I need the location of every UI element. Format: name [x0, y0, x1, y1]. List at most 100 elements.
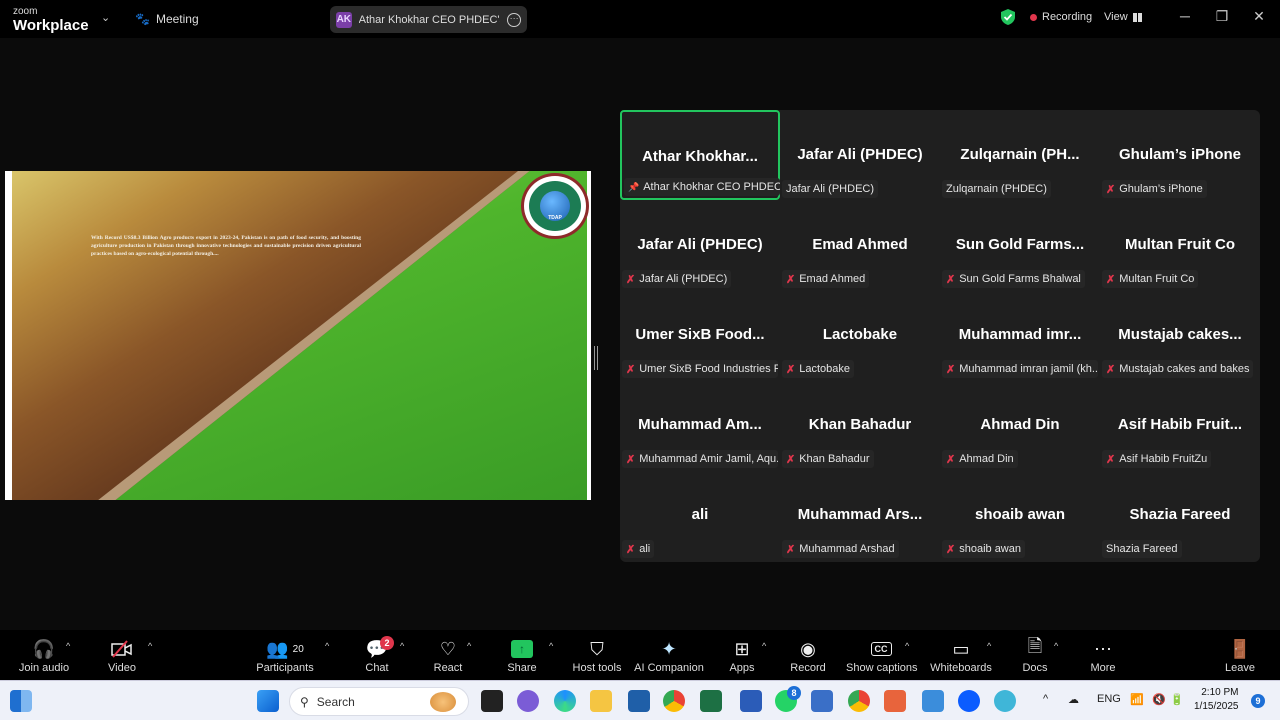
document-icon: 🗎: [1027, 636, 1043, 656]
video-button[interactable]: Video: [100, 630, 144, 680]
participant-tile[interactable]: Umer SixB Food... ✗ Umer SixB Food Industr…: [620, 290, 780, 380]
widgets-icon[interactable]: [10, 690, 32, 712]
file-explorer-icon[interactable]: [590, 690, 612, 712]
volume-muted-icon[interactable]: 🔇: [1152, 693, 1166, 706]
app-icon[interactable]: [994, 690, 1016, 712]
excel-icon[interactable]: [700, 690, 722, 712]
chrome-icon[interactable]: [663, 690, 685, 712]
react-button[interactable]: ♡ React: [428, 630, 468, 680]
ai-companion-button[interactable]: ✦ AI Companion: [634, 630, 704, 680]
participant-tile[interactable]: Multan Fruit Co ✗ Multan Fruit Co: [1100, 200, 1260, 290]
label-text: Jafar Ali (PHDEC): [786, 183, 875, 195]
view-button[interactable]: View: [1104, 11, 1142, 23]
participant-tile[interactable]: Muhammad Ars... ✗ Muhammad Arshad: [780, 470, 940, 560]
docs-label: Docs: [1022, 662, 1048, 674]
edge-icon[interactable]: [554, 690, 576, 712]
word-doc-icon[interactable]: [811, 690, 833, 712]
host-tools-label: Host tools: [572, 662, 622, 674]
video-options-caret[interactable]: ^: [148, 641, 152, 651]
share-button[interactable]: ↑ Share: [502, 630, 542, 680]
battery-icon[interactable]: 🔋: [1170, 693, 1184, 706]
participant-tile[interactable]: Jafar Ali (PHDEC) ✗ Jafar Ali (PHDEC): [620, 200, 780, 290]
react-caret[interactable]: ^: [467, 641, 471, 651]
apps-button[interactable]: ⊞ Apps: [722, 630, 762, 680]
more-options-icon[interactable]: ···: [507, 12, 521, 27]
apps-caret[interactable]: ^: [762, 641, 766, 651]
docs-button[interactable]: 🗎 Docs: [1017, 630, 1053, 680]
chrome-profile-icon[interactable]: [848, 690, 870, 712]
join-audio-button[interactable]: 🎧 Join audio: [14, 630, 74, 680]
participant-tile[interactable]: Sun Gold Farms... ✗ Sun Gold Farms Bhalwal: [940, 200, 1100, 290]
chat-caret[interactable]: ^: [400, 641, 404, 651]
participant-tile[interactable]: ali ✗ ali: [620, 470, 780, 560]
chevron-down-icon[interactable]: ⌄: [101, 11, 110, 24]
participant-tile[interactable]: Asif Habib Fruit... ✗ Asif Habib FruitZu: [1100, 380, 1260, 470]
participant-tile[interactable]: Mustajab cakes... ✗ Mustajab cakes and bak…: [1100, 290, 1260, 380]
participant-name-label: ✗ Ghulam’s iPhone: [1102, 180, 1207, 198]
shield-check-icon[interactable]: [1001, 9, 1015, 25]
participant-display-name: Jafar Ali (PHDEC): [797, 146, 923, 163]
host-tools-button[interactable]: ⛉ Host tools: [570, 630, 624, 680]
restore-icon[interactable]: ❐: [1212, 8, 1232, 28]
close-icon[interactable]: ✕: [1249, 8, 1269, 28]
notification-badge[interactable]: 9: [1251, 694, 1265, 708]
share-caret[interactable]: ^: [549, 641, 553, 651]
audio-options-caret[interactable]: ^: [66, 641, 70, 651]
mic-muted-icon: ✗: [946, 363, 956, 376]
task-view-icon[interactable]: [481, 690, 503, 712]
cloud-off-icon[interactable]: ☁: [1068, 693, 1079, 706]
whiteboards-caret[interactable]: ^: [987, 641, 991, 651]
participant-tile[interactable]: Jafar Ali (PHDEC) Jafar Ali (PHDEC): [780, 110, 940, 200]
participant-tile[interactable]: shoaib awan ✗ shoaib awan: [940, 470, 1100, 560]
recording-indicator[interactable]: Recording: [1030, 11, 1092, 23]
label-text: Sun Gold Farms Bhalwal: [959, 273, 1081, 285]
store-icon[interactable]: [628, 690, 650, 712]
mic-muted-icon: ✗: [626, 273, 636, 286]
participant-tile[interactable]: Emad Ahmed ✗ Emad Ahmed: [780, 200, 940, 290]
wifi-icon[interactable]: 📶: [1130, 693, 1144, 706]
powerpoint-icon[interactable]: [884, 690, 906, 712]
participant-tile[interactable]: Ghulam’s iPhone ✗ Ghulam’s iPhone: [1100, 110, 1260, 200]
participant-tile[interactable]: Lactobake ✗ Lactobake: [780, 290, 940, 380]
label-text: Emad Ahmed: [799, 273, 866, 285]
split-resize-handle[interactable]: [594, 346, 598, 370]
participant-tile[interactable]: Athar Khokhar... 📌 Athar Khokhar CEO PHDEC: [620, 110, 780, 200]
more-button[interactable]: ⋯ More: [1084, 630, 1122, 680]
participant-tile[interactable]: Muhammad imr... ✗ Muhammad imran jamil (kh…: [940, 290, 1100, 380]
show-captions-button[interactable]: CC Show captions: [846, 630, 918, 680]
start-icon[interactable]: [257, 690, 279, 712]
participants-caret[interactable]: ^: [325, 641, 329, 651]
participant-tile[interactable]: Khan Bahadur ✗ Khan Bahadur: [780, 380, 940, 470]
more-label: More: [1090, 662, 1116, 674]
word-icon[interactable]: [740, 690, 762, 712]
recording-label: Recording: [1042, 11, 1093, 23]
whiteboards-button[interactable]: ▭ Whiteboards: [929, 630, 993, 680]
captions-caret[interactable]: ^: [905, 641, 909, 651]
label-text: ali: [639, 543, 651, 555]
meeting-tab[interactable]: 🐾 Meeting: [135, 12, 199, 26]
participant-name-label: ✗ Sun Gold Farms Bhalwal: [942, 270, 1085, 288]
label-text: Umer SixB Food Industries P...: [639, 363, 778, 375]
copilot-icon[interactable]: [517, 690, 539, 712]
zoom-workplace-logo[interactable]: zoom Workplace: [13, 7, 89, 34]
participant-tile[interactable]: Muhammad Am... ✗ Muhammad Amir Jamil, Aqu.…: [620, 380, 780, 470]
zoom-app-icon[interactable]: [958, 690, 980, 712]
label-text: Multan Fruit Co: [1119, 273, 1195, 285]
taskbar-search[interactable]: ⚲ Search: [289, 687, 469, 716]
screen-share-indicator[interactable]: AK Athar Khokhar CEO PHDEC's scre ···: [330, 6, 527, 33]
participant-tile[interactable]: Zulqarnain (PH... Zulqarnain (PHDEC): [940, 110, 1100, 200]
participant-name-label: ✗ Umer SixB Food Industries P...: [622, 360, 778, 378]
language-indicator[interactable]: ENG: [1097, 693, 1121, 705]
show-hidden-icons[interactable]: ^: [1043, 693, 1048, 705]
minimize-icon[interactable]: ─: [1175, 8, 1195, 28]
participant-name-label: ✗ Khan Bahadur: [782, 450, 874, 468]
participants-button[interactable]: 👥 20 Participants: [254, 630, 316, 680]
clock[interactable]: 2:10 PM 1/15/2025: [1194, 686, 1239, 714]
record-button[interactable]: ◉ Record: [788, 630, 828, 680]
docs-caret[interactable]: ^: [1054, 641, 1058, 651]
photos-icon[interactable]: [922, 690, 944, 712]
participant-name-label: ✗ Muhammad Amir Jamil, Aqu...: [622, 450, 778, 468]
participant-tile[interactable]: Shazia Fareed Shazia Fareed: [1100, 470, 1260, 560]
participant-tile[interactable]: Ahmad Din ✗ Ahmad Din: [940, 380, 1100, 470]
leave-button[interactable]: 🚪 Leave: [1220, 630, 1260, 680]
